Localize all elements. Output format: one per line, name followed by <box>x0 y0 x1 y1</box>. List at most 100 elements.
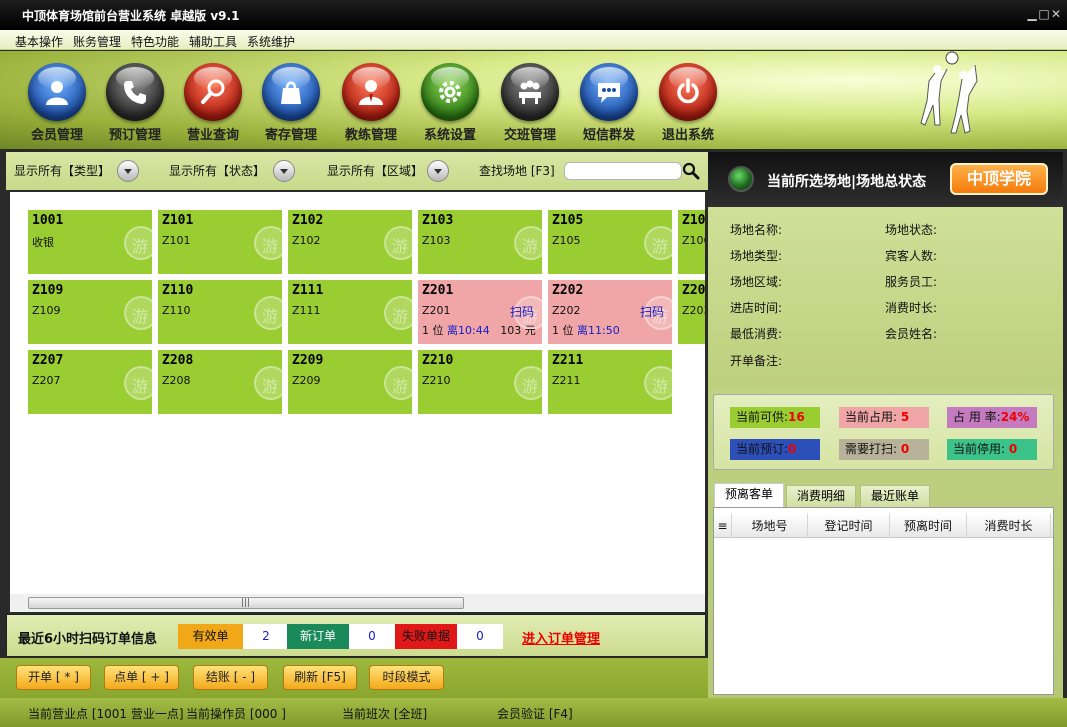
venue-name: Z209 <box>292 374 321 387</box>
venue-tile[interactable]: Z103 Z103 <box>418 210 542 274</box>
sms-broadcast-button[interactable]: 短信群发 <box>574 63 644 147</box>
bag-icon <box>262 63 320 121</box>
tab-recent-bills[interactable]: 最近账单 <box>860 485 930 507</box>
tab-departing-orders[interactable]: 预离客单 <box>714 483 784 508</box>
scan-order-badge[interactable]: 扫码 <box>510 303 534 320</box>
failed-orders-label: 失败单据 <box>395 624 457 649</box>
stat-cleaning-value: 0 <box>900 442 910 456</box>
venue-code: Z207 <box>32 353 64 368</box>
venue-tile[interactable]: Z209 Z209 <box>288 350 412 414</box>
venue-grid: 1001收银Z101Z101Z102Z102Z103Z103Z105Z105Z1… <box>10 192 705 612</box>
venue-code: Z202 <box>552 283 584 298</box>
menu-basic-ops[interactable]: 基本操作 <box>15 33 63 50</box>
venue-name: Z105 <box>552 234 581 247</box>
area-filter-dropdown[interactable] <box>427 160 449 182</box>
venue-tile[interactable]: Z208 Z208 <box>158 350 282 414</box>
system-settings-label: 系统设置 <box>423 128 476 143</box>
scan-orders-title: 最近6小时扫码订单信息 <box>18 632 158 647</box>
venue-tile[interactable]: Z211 Z211 <box>548 350 672 414</box>
scrollbar-thumb[interactable]: ||| <box>28 597 464 609</box>
status-shift: 当前班次 [全班] <box>342 707 428 721</box>
exit-system-label: 退出系统 <box>661 128 714 143</box>
venue-code: Z208 <box>162 353 194 368</box>
menu-tools[interactable]: 辅助工具 <box>189 33 237 50</box>
venue-info: 场地名称: 场地类型: 场地区域: 进店时间: 最低消费: 开单备注: 场地状态… <box>708 207 1063 387</box>
member-management-button[interactable]: 会员管理 <box>22 63 92 147</box>
status-business-point: 当前营业点 [1001 营业一点] <box>28 707 184 721</box>
venue-tile[interactable]: Z102 Z102 <box>288 210 412 274</box>
col-duration[interactable]: 消费时长 <box>967 514 1051 538</box>
menu-maintenance[interactable]: 系统维护 <box>247 33 295 50</box>
scan-order-badge[interactable]: 扫码 <box>640 303 664 320</box>
search-venue-input[interactable] <box>564 162 682 180</box>
type-filter-label: 显示所有【类型】 <box>14 164 111 178</box>
venue-code: 1001 <box>32 213 64 228</box>
status-operator: 当前操作员 [000 ] <box>186 707 286 721</box>
col-venue-no[interactable]: 场地号 <box>732 514 808 538</box>
venue-name: Z106 <box>682 234 705 247</box>
filter-bar: 显示所有【类型】 显示所有【状态】 显示所有【区域】 查找场地 [F3] <box>6 152 708 190</box>
stat-occupied-value: 5 <box>900 410 910 424</box>
venue-watermark-icon <box>384 296 412 330</box>
venue-tile[interactable]: Z201 Z201 扫码 1 位 离10:44 103 元 <box>418 280 542 344</box>
order-management-link[interactable]: 进入订单管理 <box>522 628 600 647</box>
venue-code: Z102 <box>292 213 324 228</box>
venue-watermark-icon <box>384 366 412 400</box>
business-query-button[interactable]: 营业查询 <box>178 63 248 147</box>
status-member-verify[interactable]: 会员验证 [F4] <box>497 705 573 722</box>
venue-watermark-icon <box>514 366 542 400</box>
venue-tile[interactable]: Z109 Z109 <box>28 280 152 344</box>
tab-consumption-details[interactable]: 消费明细 <box>786 485 856 507</box>
meeting-icon <box>501 63 559 121</box>
type-filter-dropdown[interactable] <box>117 160 139 182</box>
checkout-button[interactable]: 结账 [ - ] <box>193 665 268 690</box>
status-filter-dropdown[interactable] <box>273 160 295 182</box>
grid-horizontal-scrollbar[interactable]: ||| <box>10 594 705 612</box>
academy-button[interactable]: 中顶学院 <box>950 163 1048 195</box>
booking-management-button[interactable]: 预订管理 <box>100 63 170 147</box>
menu-features[interactable]: 特色功能 <box>131 33 179 50</box>
venue-tile[interactable]: Z10 Z106 <box>678 210 705 274</box>
search-icon[interactable] <box>682 162 700 180</box>
venue-code: Z105 <box>552 213 584 228</box>
time-slot-mode-button[interactable]: 时段模式 <box>369 665 444 690</box>
menu-accounting[interactable]: 账务管理 <box>73 33 121 50</box>
col-departure-time[interactable]: 预离时间 <box>890 514 967 538</box>
stat-reserved-value: 0 <box>788 442 797 456</box>
venue-name: Z103 <box>422 234 451 247</box>
add-item-button[interactable]: 点单 [ + ] <box>104 665 179 690</box>
coach-management-button[interactable]: 教练管理 <box>336 63 406 147</box>
venue-stats: 当前可供:16 当前占用: 5 占 用 率:24% 当前预订:0 需要打扫: 0… <box>713 394 1054 470</box>
system-settings-button[interactable]: 系统设置 <box>415 63 485 147</box>
venue-amount: 103 元 <box>500 324 536 337</box>
member-management-label: 会员管理 <box>30 128 83 143</box>
booking-management-label: 预订管理 <box>108 128 161 143</box>
area-filter-label: 显示所有【区域】 <box>327 164 424 178</box>
venue-tile[interactable]: 1001 收银 <box>28 210 152 274</box>
venue-tile[interactable]: Z111 Z111 <box>288 280 412 344</box>
exit-system-button[interactable]: 退出系统 <box>653 63 723 147</box>
venue-tile[interactable]: Z20 Z203 <box>678 280 705 344</box>
venue-tile[interactable]: Z210 Z210 <box>418 350 542 414</box>
shift-management-button[interactable]: 交班管理 <box>495 63 565 147</box>
open-order-button[interactable]: 开单 [ * ] <box>16 665 91 690</box>
venue-tile[interactable]: Z202 Z202 扫码 1 位 离11:50 <box>548 280 672 344</box>
venue-tile[interactable]: Z207 Z207 <box>28 350 152 414</box>
row-selector-icon[interactable]: ≡ <box>714 514 732 538</box>
venue-name: Z110 <box>162 304 191 317</box>
venue-tile[interactable]: Z110 Z110 <box>158 280 282 344</box>
window-title: 中顶体育场馆前台营业系统 卓越版 v9.1 <box>22 9 240 23</box>
stat-occupancy-rate: 占 用 率:24% <box>947 407 1037 428</box>
detail-header-title[interactable]: 当前所选场地|场地总状态 <box>767 171 926 191</box>
venue-watermark-icon <box>254 296 282 330</box>
detail-header: 当前所选场地|场地总状态 中顶学院 <box>708 152 1063 207</box>
close-button[interactable]: ✕ <box>1047 6 1065 22</box>
new-orders-label: 新订单 <box>287 624 349 649</box>
venue-tile[interactable]: Z101 Z101 <box>158 210 282 274</box>
sms-broadcast-label: 短信群发 <box>582 128 635 143</box>
field-order-note: 开单备注: <box>730 354 783 368</box>
refresh-button[interactable]: 刷新 [F5] <box>283 665 357 690</box>
col-checkin-time[interactable]: 登记时间 <box>808 514 890 538</box>
venue-tile[interactable]: Z105 Z105 <box>548 210 672 274</box>
storage-management-button[interactable]: 寄存管理 <box>256 63 326 147</box>
